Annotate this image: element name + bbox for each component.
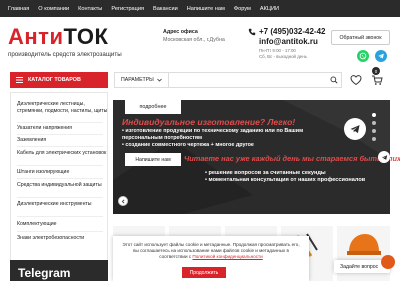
callback-button[interactable]: Обратный звонок: [331, 30, 390, 45]
telegram-glyph: [350, 125, 360, 134]
sidebar-divider: [17, 178, 103, 179]
catalog-button[interactable]: КАТАЛОГ ТОВАРОВ: [10, 72, 108, 88]
sidebar-item-insulating-rods[interactable]: Штанги изолирующие: [11, 169, 109, 176]
sidebar-item-cable[interactable]: Кабель для электрических установок: [11, 150, 109, 157]
sidebar-divider: [17, 197, 103, 198]
params-label: ПАРАМЕТРЫ: [121, 77, 154, 83]
search-params-dropdown[interactable]: ПАРАМЕТРЫ: [115, 73, 169, 87]
sidebar-divider: [17, 231, 103, 232]
favorites-icon[interactable]: [350, 74, 362, 86]
banner-benefit: • моментальная консультация от наших про…: [205, 177, 366, 184]
office-value: Московская обл., г.Дубна: [163, 37, 225, 43]
phone-number[interactable]: +7 (495)032-42-42: [259, 27, 326, 37]
search-input[interactable]: [168, 73, 327, 87]
cart-icon[interactable]: [371, 74, 383, 86]
sidebar-divider: [17, 216, 103, 217]
telegram-block[interactable]: Telegram: [10, 260, 108, 281]
slider-dot[interactable]: [372, 129, 376, 133]
whatsapp-icon[interactable]: [357, 50, 369, 62]
sidebar-divider: [17, 165, 103, 166]
banner-more-button[interactable]: подробнее: [125, 100, 181, 114]
office-title: Адрес офиса: [163, 29, 198, 35]
privacy-policy-link[interactable]: Политикой конфиденциальности: [192, 254, 262, 259]
search-button[interactable]: [327, 73, 341, 87]
logo-part-2: ТОК: [63, 24, 109, 49]
site-logo[interactable]: АнтиТОК: [8, 26, 108, 48]
cookie-accept-button[interactable]: Продолжить: [182, 267, 226, 278]
nav-link-promotions[interactable]: АКЦИИ: [260, 6, 279, 12]
sidebar-item-ladders[interactable]: Диэлектрические лестницы, стремянки, под…: [11, 101, 109, 115]
menu-icon: [16, 77, 23, 83]
slider-pagination: [372, 113, 380, 141]
catalog-label: КАТАЛОГ ТОВАРОВ: [28, 77, 81, 83]
site-tagline: производитель средств электрозащиты: [8, 51, 122, 58]
cookie-consent-popup: Этот сайт использует файлы cookie и мета…: [113, 236, 309, 281]
banner-feature: • создание совместного чертежа + многое …: [122, 141, 254, 148]
nav-link-registration[interactable]: Регистрация: [111, 6, 144, 12]
chat-avatar[interactable]: [381, 255, 395, 269]
banner-feature: • изготовление продукции по техническому…: [122, 128, 304, 141]
email-link[interactable]: info@antitok.ru: [259, 37, 326, 47]
catalog-sidebar: Диэлектрические лестницы, стремянки, под…: [10, 92, 108, 281]
slider-prev-button[interactable]: [118, 196, 128, 206]
slider-dot[interactable]: [372, 121, 376, 125]
banner-telegram-icon[interactable]: [344, 118, 366, 140]
sidebar-item-voltage-indicators[interactable]: Указатели напряжения: [11, 125, 109, 132]
sidebar-item-ppe[interactable]: Средства индивидуальной защиты: [11, 182, 109, 189]
nav-link-about[interactable]: О компании: [38, 6, 69, 12]
whatsapp-glyph: [359, 52, 367, 60]
hours-weekend: Сб, Вс - выходной день: [259, 54, 307, 59]
banner-benefits: • решение вопросов за считанные секунды …: [205, 170, 365, 185]
slider-dot[interactable]: [372, 113, 376, 117]
banner-headline-secondary: Читаете нас уже каждый день мы стараемся…: [184, 154, 400, 163]
slider-dot[interactable]: [372, 137, 376, 141]
sidebar-divider: [17, 146, 103, 147]
sidebar-item-dielectric-tools[interactable]: Диэлектрические инструменты: [11, 201, 109, 208]
nav-link-vacancies[interactable]: Вакансии: [153, 6, 178, 12]
page: Главная О компании Контакты Регистрация …: [0, 0, 400, 281]
telegram-glyph: [381, 154, 387, 160]
contact-block: +7 (495)032-42-42 info@antitok.ru: [259, 27, 326, 47]
sidebar-item-grounding[interactable]: Заземления: [11, 137, 109, 144]
telegram-icon[interactable]: [375, 50, 387, 62]
nav-link-forum[interactable]: Форум: [234, 6, 251, 12]
banner-write-us-button[interactable]: Напишите нам: [125, 153, 181, 166]
sidebar-item-safety-signs[interactable]: Знаки электробезопасности: [11, 235, 109, 242]
sidebar-divider: [17, 122, 103, 123]
banner-headline: Индивидуальное изготовление? Легко!: [122, 117, 296, 127]
logo-part-1: Анти: [8, 24, 64, 49]
nav-link-home[interactable]: Главная: [8, 6, 29, 12]
nav-link-contacts[interactable]: Контакты: [78, 6, 102, 12]
working-hours: Пн-Пт 9:00 - 17:00 Сб, Вс - выходной ден…: [259, 48, 307, 60]
chevron-left-icon: [121, 199, 124, 203]
cart-count-badge: 0: [372, 67, 380, 75]
phone-icon: [248, 28, 256, 36]
office-address: Адрес офиса Московская обл., г.Дубна: [163, 28, 225, 44]
cookie-text-block: Этот сайт использует файлы cookie и мета…: [121, 242, 301, 260]
chevron-down-icon: [156, 78, 162, 82]
sidebar-divider: [17, 134, 103, 135]
search-bar: ПАРАМЕТРЫ: [114, 72, 342, 88]
search-icon: [330, 76, 338, 84]
top-navigation: Главная О компании Контакты Регистрация …: [0, 0, 400, 17]
nav-link-write-us[interactable]: Напишите нам: [187, 6, 225, 12]
banner-features: • изготовление продукции по техническому…: [122, 128, 322, 148]
sidebar-item-components[interactable]: Комплектующие: [11, 221, 109, 228]
banner-telegram-icon-small[interactable]: [378, 151, 390, 163]
telegram-glyph: [378, 53, 384, 59]
